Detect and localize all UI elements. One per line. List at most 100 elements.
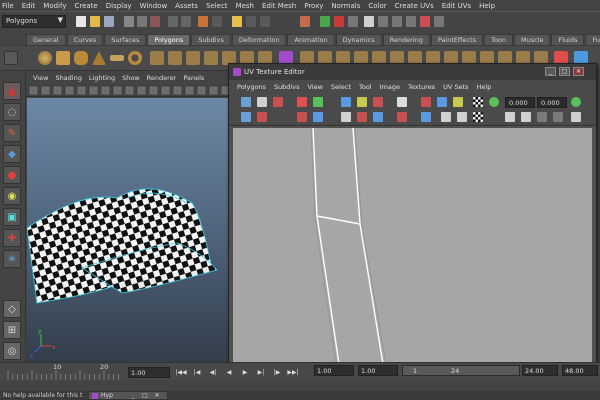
shaded-uv-icon[interactable] xyxy=(473,112,483,122)
boolean-icon[interactable] xyxy=(204,51,218,65)
shelf-tab[interactable]: Deformation xyxy=(231,34,287,45)
new-scene-icon[interactable] xyxy=(76,16,86,27)
snap-curve-icon[interactable] xyxy=(246,16,256,27)
uv-editor-menu-item[interactable]: Textures xyxy=(408,83,435,91)
select-tool-icon[interactable]: ▲ xyxy=(3,82,21,100)
align-u-icon[interactable] xyxy=(297,112,307,122)
menu-item[interactable]: Select xyxy=(206,2,228,10)
viewport-toolbar-icon[interactable] xyxy=(172,85,183,96)
pick-mask-icon[interactable] xyxy=(168,16,178,27)
combine-icon[interactable] xyxy=(150,51,164,65)
shelf-tab[interactable]: PaintEffects xyxy=(430,34,484,45)
viewport-toolbar-icon[interactable] xyxy=(160,85,171,96)
soft-mod-tool-icon[interactable]: ✚ xyxy=(3,229,21,247)
uv-editor-menu-item[interactable]: UV Sets xyxy=(443,83,468,91)
viewport-toolbar-icon[interactable] xyxy=(208,85,219,96)
poly-plane-icon[interactable] xyxy=(110,55,124,61)
poly-torus-icon[interactable] xyxy=(128,51,142,65)
shelf-tab[interactable]: Animation xyxy=(287,34,335,45)
shelf-menu-icon[interactable] xyxy=(4,51,18,65)
add-to-isolate-icon[interactable] xyxy=(357,112,367,122)
outliner-layout-icon[interactable]: ◎ xyxy=(3,342,21,360)
viewport-toolbar-icon[interactable] xyxy=(28,85,39,96)
paste-uv-icon[interactable] xyxy=(457,112,467,122)
menu-item[interactable]: Window xyxy=(140,2,168,10)
shelf-tab[interactable]: Curves xyxy=(66,34,104,45)
menu-item[interactable]: Edit Mesh xyxy=(262,2,296,10)
manipulator-tool-icon[interactable]: ▣ xyxy=(3,208,21,226)
uv-editor-canvas[interactable] xyxy=(233,128,592,364)
move-sew-icon[interactable] xyxy=(397,97,407,107)
viewport-toolbar-icon[interactable] xyxy=(88,85,99,96)
tool-icon[interactable] xyxy=(392,16,402,27)
menu-item[interactable]: Edit xyxy=(22,2,36,10)
shelf-tab[interactable]: Subdivs xyxy=(191,34,231,45)
viewport-menu-item[interactable]: Lighting xyxy=(89,74,115,82)
viewport-menu-item[interactable]: Panels xyxy=(183,74,204,82)
playback-button[interactable]: ▶| xyxy=(254,369,268,377)
four-view-layout-icon[interactable]: ⊞ xyxy=(3,321,21,339)
shelf-tab[interactable]: Polygons xyxy=(147,34,191,45)
minimize-button[interactable]: _ xyxy=(545,67,556,76)
pixel-snap-icon[interactable] xyxy=(257,112,267,122)
shelf-tab[interactable]: Dynamics xyxy=(335,34,382,45)
tool-icon[interactable] xyxy=(434,16,444,27)
restore-min-button[interactable]: _ xyxy=(129,392,137,400)
menu-item[interactable]: Edit UVs xyxy=(442,2,471,10)
viewport-toolbar-icon[interactable] xyxy=(148,85,159,96)
copy-v-icon[interactable] xyxy=(521,112,531,122)
shelf-tab[interactable]: Toon xyxy=(484,34,513,45)
menu-item[interactable]: Display xyxy=(106,2,132,10)
display-image-icon[interactable] xyxy=(489,97,499,107)
shelf-tab[interactable]: Muscle xyxy=(513,34,551,45)
range-start-field[interactable]: 1.00 xyxy=(314,365,354,376)
tool-icon[interactable] xyxy=(406,16,416,27)
viewport-toolbar-icon[interactable] xyxy=(64,85,75,96)
snap-point-icon[interactable] xyxy=(260,16,270,27)
viewport-toolbar-icon[interactable] xyxy=(40,85,51,96)
copy-uv-icon[interactable] xyxy=(441,112,451,122)
uv-editor-menu-item[interactable]: Select xyxy=(331,83,351,91)
scale-tool-icon[interactable]: ◉ xyxy=(3,187,21,205)
viewport-toolbar-icon[interactable] xyxy=(124,85,135,96)
poly-cone-icon[interactable] xyxy=(92,51,106,65)
pick-mask-icon[interactable] xyxy=(181,16,191,27)
refresh-uv-icon[interactable] xyxy=(571,97,581,107)
playback-button[interactable]: ◀| xyxy=(206,369,220,377)
relax-uv-icon[interactable] xyxy=(453,97,463,107)
select-component-icon[interactable] xyxy=(150,16,160,27)
menu-item[interactable]: Normals xyxy=(331,2,360,10)
playback-end-field[interactable]: 24.00 xyxy=(522,365,558,376)
layout-uv-icon[interactable] xyxy=(421,97,431,107)
align-v-icon[interactable] xyxy=(313,112,323,122)
maximize-button[interactable]: □ xyxy=(559,67,570,76)
viewport-toolbar-icon[interactable] xyxy=(136,85,147,96)
rotate-tool-icon[interactable]: ● xyxy=(3,166,21,184)
paste-v-icon[interactable] xyxy=(553,112,563,122)
poly-sphere-icon[interactable] xyxy=(38,51,52,65)
extract-icon[interactable] xyxy=(186,51,200,65)
perspective-viewport[interactable]: y x z xyxy=(27,98,232,362)
restore-close-button[interactable]: ✕ xyxy=(153,392,161,400)
viewport-toolbar-icon[interactable] xyxy=(76,85,87,96)
menu-set-selector[interactable]: Polygons ▼ xyxy=(2,15,66,28)
viewport-toolbar-icon[interactable] xyxy=(52,85,63,96)
unfold-uv-icon[interactable] xyxy=(437,97,447,107)
shelf-tab[interactable]: Surfaces xyxy=(104,34,147,45)
viewport-toolbar-icon[interactable] xyxy=(112,85,123,96)
paint-select-tool-icon[interactable]: ✎ xyxy=(3,124,21,142)
playback-button[interactable]: ▶▶| xyxy=(286,369,300,377)
v-coordinate-field[interactable]: 0.000 xyxy=(537,97,567,108)
shell-select-icon[interactable] xyxy=(421,112,431,122)
viewport-toolbar-icon[interactable] xyxy=(184,85,195,96)
menu-item[interactable]: Help xyxy=(479,2,495,10)
single-perspective-layout-icon[interactable]: ◇ xyxy=(3,300,21,318)
playback-button[interactable]: |◀◀ xyxy=(174,369,188,377)
menu-item[interactable]: Modify xyxy=(43,2,66,10)
uv-editor-menu-item[interactable]: Help xyxy=(477,83,492,91)
sew-uv-icon[interactable] xyxy=(373,97,383,107)
viewport-menu-item[interactable]: View xyxy=(33,74,48,82)
uv-lattice-tool-icon[interactable] xyxy=(241,97,251,107)
move-uv-shell-tool-icon[interactable] xyxy=(257,97,267,107)
save-scene-icon[interactable] xyxy=(104,16,114,27)
